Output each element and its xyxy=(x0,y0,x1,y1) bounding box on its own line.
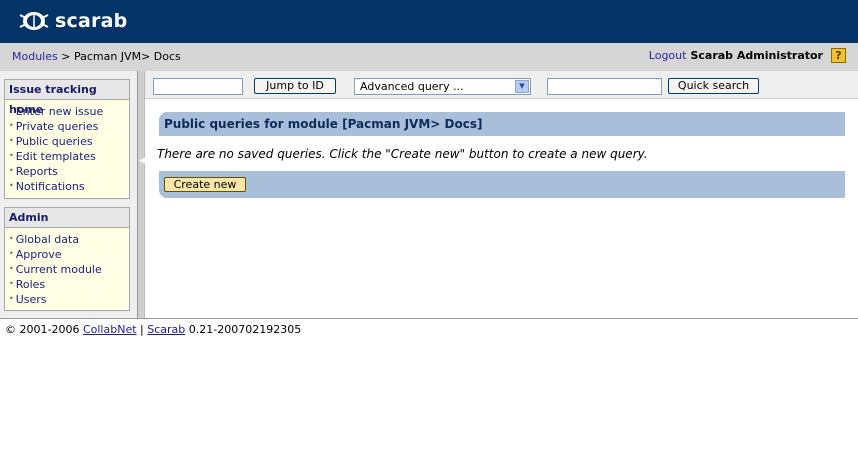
sidebar-splitter[interactable]: ◀ xyxy=(137,71,146,318)
sidebar-item-reports[interactable]: • Reports xyxy=(5,163,129,178)
main-content: Public queries for module [Pacman JVM> D… xyxy=(145,99,858,318)
issue-tracking-home-link[interactable]: Issue tracking home xyxy=(5,80,129,116)
create-new-button[interactable]: Create new xyxy=(164,177,246,192)
footer-divider xyxy=(0,318,858,319)
query-select-value: Advanced query ... xyxy=(360,80,464,93)
breadcrumb: Modules > Pacman JVM> Docs xyxy=(12,50,181,63)
user-name: Scarab Administrator xyxy=(690,49,823,62)
chevron-down-icon[interactable]: ▼ xyxy=(515,80,529,93)
issue-tracking-menu: Issue tracking home • Enter new issue • Pr… xyxy=(4,79,130,199)
scarab-logo[interactable]: scarab xyxy=(18,8,127,34)
sidebar-item-global-data[interactable]: • Global data xyxy=(5,231,129,246)
breadcrumb-bar: Modules > Pacman JVM> Docs Logout Scarab… xyxy=(0,43,858,71)
sidebar-item-users[interactable]: • Users xyxy=(5,291,129,306)
breadcrumb-modules-link[interactable]: Modules xyxy=(12,50,58,63)
sidebar-item-private-queries[interactable]: • Private queries xyxy=(5,118,129,133)
admin-title: Admin xyxy=(5,208,129,228)
section-header: Public queries for module [Pacman JVM> D… xyxy=(159,112,845,136)
sidebar-item-current-module[interactable]: • Current module xyxy=(5,261,129,276)
action-bar: Create new xyxy=(159,171,845,198)
footer-separator: | xyxy=(140,323,144,336)
admin-menu: Admin • Global data • Approve • Current mod… xyxy=(4,207,130,311)
sidebar-item-roles[interactable]: • Roles xyxy=(5,276,129,291)
logout-link[interactable]: Logout xyxy=(649,49,687,62)
toolbar: Jump to ID Advanced query ... ▼ Quick se… xyxy=(145,71,858,99)
breadcrumb-current: Pacman JVM> Docs xyxy=(73,50,181,63)
scarab-beetle-icon xyxy=(19,12,49,30)
breadcrumb-separator: > xyxy=(61,50,71,63)
user-box: Logout Scarab Administrator ? xyxy=(649,48,846,63)
empty-state-message: There are no saved queries. Click the "C… xyxy=(157,147,648,161)
version-text: 0.21-200702192305 xyxy=(188,323,302,336)
footer: © 2001-2006 CollabNet | Scarab 0.21-2007… xyxy=(5,323,301,336)
page-title: Public queries for module [Pacman JVM> D… xyxy=(164,117,483,131)
query-select[interactable]: Advanced query ... ▼ xyxy=(354,78,531,95)
help-icon[interactable]: ? xyxy=(831,48,846,63)
copyright-text: © 2001-2006 xyxy=(5,323,80,336)
sidebar-item-notifications[interactable]: • Notifications xyxy=(5,178,129,193)
logo-text: scarab xyxy=(55,10,128,32)
issue-id-input[interactable] xyxy=(153,78,243,95)
sidebar-item-approve[interactable]: • Approve xyxy=(5,246,129,261)
jump-to-id-button[interactable]: Jump to ID xyxy=(254,78,336,94)
quick-search-input[interactable] xyxy=(547,78,662,95)
header-bar: scarab xyxy=(0,0,858,43)
collabnet-link[interactable]: CollabNet xyxy=(83,323,137,336)
sidebar-item-edit-templates[interactable]: • Edit templates xyxy=(5,148,129,163)
sidebar-item-public-queries[interactable]: • Public queries xyxy=(5,133,129,148)
scarab-link[interactable]: Scarab xyxy=(147,323,185,336)
sidebar-item-enter-new-issue[interactable]: • Enter new issue xyxy=(5,103,129,118)
quick-search-button[interactable]: Quick search xyxy=(668,78,759,94)
